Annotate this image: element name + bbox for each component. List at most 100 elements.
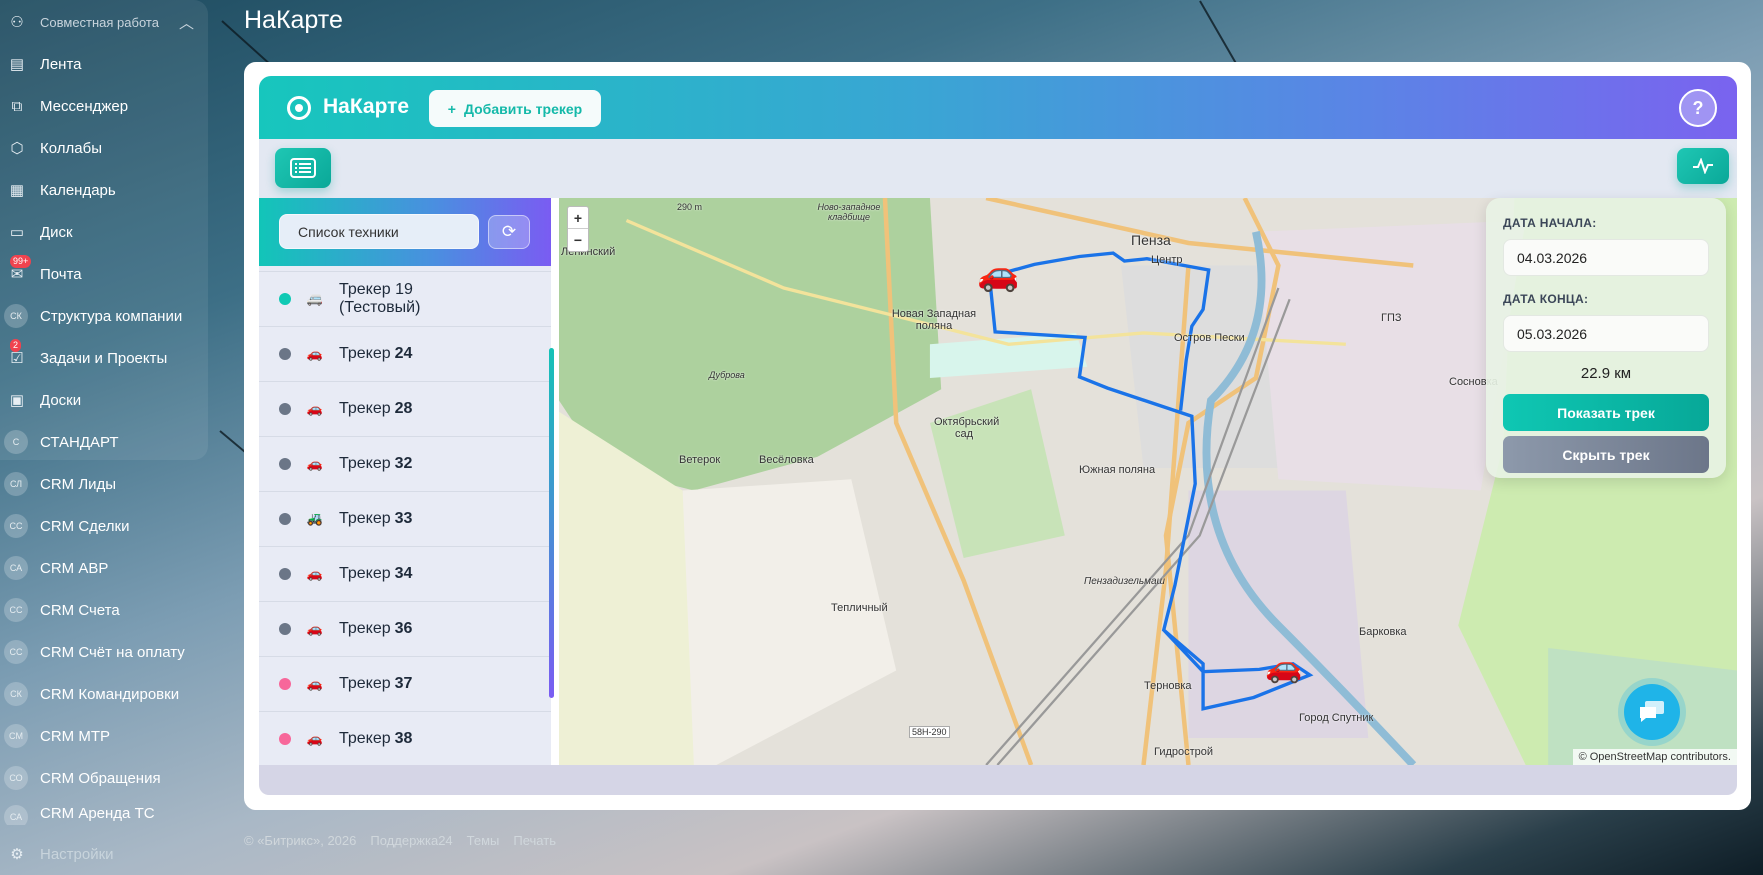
tracker-row[interactable]: 🚗 Трекер 24 (259, 327, 551, 382)
track-distance: 22.9 км (1580, 365, 1632, 382)
tracker-list: 🚚Трекер181🚐Трекер 19(Тестовый)🚗Трекер24🚗… (259, 238, 551, 765)
activity-button[interactable] (1677, 148, 1729, 184)
map-label: Барковка (1359, 626, 1407, 638)
footer-link-themes[interactable]: Темы (467, 833, 500, 848)
map-label: Пензадизельмаш (1084, 576, 1165, 587)
list-scrollbar[interactable] (549, 348, 554, 698)
tracker-search-input[interactable]: Список техники (279, 214, 479, 249)
sidebar-item-settings[interactable]: ⚙ Настройки (0, 835, 208, 873)
avatar: СА (4, 556, 28, 580)
sidebar-item-label: Настройки (40, 845, 114, 863)
sidebar-item[interactable]: СО CRM Обращения (0, 759, 208, 797)
map-label: Центр (1151, 254, 1183, 266)
sidebar-item-label: Доски (40, 391, 82, 409)
map-attribution[interactable]: © OpenStreetMap contributors. (1572, 749, 1737, 765)
tracker-prefix: Трекер (339, 400, 391, 417)
feed-icon: ▤ (9, 56, 25, 73)
vehicle-marker-car-icon[interactable]: 🚗 (1265, 650, 1302, 685)
sidebar-item-label: CRM Счета (40, 601, 120, 619)
card-footer-strip (259, 765, 1737, 795)
add-tracker-button[interactable]: + Добавить трекер (429, 90, 601, 127)
hide-track-button[interactable]: Скрыть трек (1503, 436, 1709, 473)
map-label: Южная поляна (1079, 464, 1156, 476)
sidebar-item[interactable]: СЛ CRM Лиды (0, 465, 208, 503)
page-title: НаКарте (244, 6, 343, 34)
help-button[interactable]: ? (1679, 89, 1717, 127)
chat-button[interactable] (1624, 684, 1680, 740)
avatar: СМ (4, 724, 28, 748)
start-date-input[interactable]: 04.03.2026 (1503, 239, 1709, 276)
tracker-row[interactable]: 🚗 Трекер 28 (259, 382, 551, 437)
add-tracker-label: Добавить трекер (463, 100, 583, 117)
refresh-icon: ⟳ (501, 222, 517, 241)
tracker-prefix: Трекер (339, 345, 391, 362)
map-label: Весёловка (759, 454, 814, 466)
sidebar-item[interactable]: ▦ Календарь (0, 171, 208, 209)
tracker-name: Трекер 37 (339, 675, 412, 693)
app-title: НаКарте (323, 95, 410, 118)
sidebar-item[interactable]: СС CRM Счёт на оплату (0, 633, 208, 671)
tracker-name: Трекер 38 (339, 730, 412, 748)
map-zoom-control: + − (567, 206, 589, 252)
sidebar-group-collab[interactable]: ⚇ Совместная работа ︿ (0, 3, 208, 41)
sidebar-item-label: CRM Сделки (40, 517, 130, 535)
sidebar-item[interactable]: СС CRM Сделки (0, 507, 208, 545)
sidebar-item[interactable]: ▭ Диск (0, 213, 208, 251)
show-track-button[interactable]: Показать трек (1503, 394, 1709, 431)
map-label: 290 m (677, 202, 703, 212)
sidebar-item-label: Задачи и Проекты (40, 349, 168, 367)
tracker-row[interactable]: 🚗 Трекер 37 (259, 657, 551, 712)
tracker-name: Трекер 32 (339, 455, 412, 473)
sidebar-item[interactable]: ⧉ Мессенджер (0, 87, 208, 125)
sidebar-item[interactable]: СМ CRM МТР (0, 717, 208, 755)
sidebar-item[interactable]: ▣ Доски (0, 381, 208, 419)
tracker-name: Трекер 28 (339, 400, 412, 418)
sidebar-item[interactable]: СА CRM Аренда ТС (0, 801, 208, 825)
tracker-row[interactable]: 🚜 Трекер 33 (259, 492, 551, 547)
tracker-name: Трекер 36 (339, 620, 412, 638)
sidebar-item-label: Почта (40, 265, 82, 283)
sidebar-item[interactable]: С СТАНДАРТ (0, 423, 208, 461)
sidebar-item-label: CRM Обращения (40, 769, 161, 787)
sidebar-item[interactable]: ✉ 99+ Почта (0, 255, 208, 293)
tracker-number: 24 (394, 345, 413, 362)
tracker-number: 36 (394, 620, 413, 637)
sidebar-item-label: CRM Командировки (40, 685, 180, 703)
sidebar-item[interactable]: СА CRM АВР (0, 549, 208, 587)
tracker-subtitle: (Тестовый) (339, 299, 421, 316)
messenger-icon: ⧉ (11, 97, 23, 115)
sidebar-item[interactable]: СК Структура компании (0, 297, 208, 335)
tracker-row[interactable]: 🚗 Трекер 38 (259, 712, 551, 765)
sidebar-item-label: Диск (40, 223, 73, 241)
sidebar-item[interactable]: СС CRM Счета (0, 591, 208, 629)
app-header: НаКарте + Добавить трекер ? (259, 76, 1737, 139)
sidebar-item[interactable]: ☑ 2 Задачи и Проекты (0, 339, 208, 377)
sidebar-item[interactable]: ⬡ Коллабы (0, 129, 208, 167)
status-dot (279, 623, 291, 635)
zoom-out-button[interactable]: − (568, 229, 588, 251)
tracker-row[interactable]: 🚗 Трекер 36 (259, 602, 551, 657)
tracker-prefix: Трекер (339, 675, 391, 692)
status-dot (279, 513, 291, 525)
car-icon: 🚗 (306, 401, 324, 416)
refresh-button[interactable]: ⟳ (488, 215, 530, 249)
footer-link-print[interactable]: Печать (513, 833, 556, 848)
status-dot (279, 293, 291, 305)
footer-link-support[interactable]: Поддержка24 (370, 833, 452, 848)
tracker-row[interactable]: 🚗 Трекер 34 (259, 547, 551, 602)
sidebar-item-label: CRM Лиды (40, 475, 117, 493)
footer: © «Битрикс», 2026 Поддержка24 Темы Печат… (244, 833, 556, 848)
tracker-row[interactable]: 🚐 Трекер 19 (Тестовый) (259, 272, 551, 327)
tracker-row[interactable]: 🚗 Трекер 32 (259, 437, 551, 492)
car-icon: 🚗 (306, 566, 324, 581)
map-label: Терновка (1144, 680, 1192, 692)
list-toggle-button[interactable] (275, 148, 331, 188)
bulldozer-icon: 🚜 (306, 511, 324, 526)
sidebar-item[interactable]: ▤ Лента (0, 45, 208, 83)
avatar: СО (4, 766, 28, 790)
sidebar-item[interactable]: СК CRM Командировки (0, 675, 208, 713)
mail-icon: ✉ 99+ (6, 255, 32, 285)
vehicle-marker-car-icon[interactable]: 🚗 (977, 254, 1019, 294)
zoom-in-button[interactable]: + (568, 207, 588, 229)
end-date-input[interactable]: 05.03.2026 (1503, 315, 1709, 352)
